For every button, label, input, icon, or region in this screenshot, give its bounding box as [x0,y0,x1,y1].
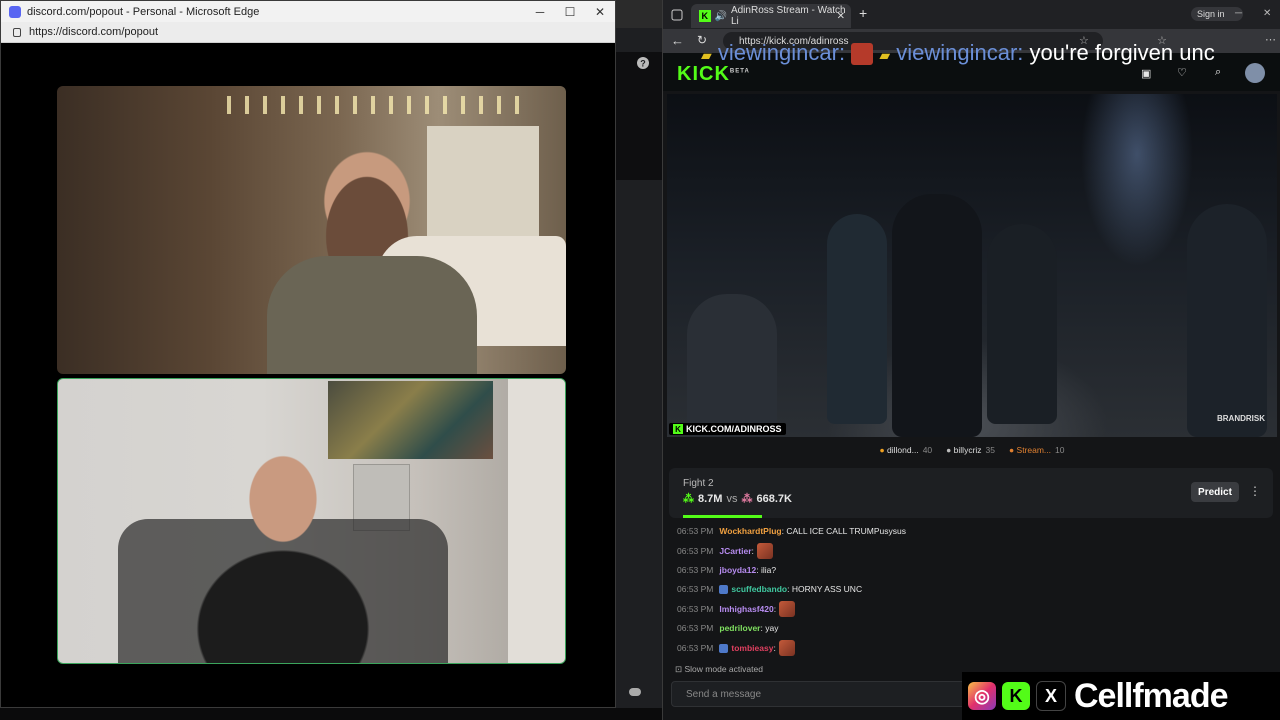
gifter-badge-icon: ● [1009,445,1015,455]
chat-input[interactable]: Send a message [671,681,971,707]
chat-message: 06:53 PM tombieasy: [677,640,795,656]
kick-watermark: K KICK.COM/ADINROSS [669,423,786,435]
gifter-item[interactable]: ● dillond... 40 [880,445,933,455]
heart-icon[interactable]: ♡ [1177,66,1187,79]
participant-body [168,419,398,663]
chat-message: 06:53 PM jboyda12: ilia? [677,565,777,575]
kick-favicon: K [699,10,711,22]
lock-icon [13,27,21,37]
prediction-title: Fight 2 [683,478,714,489]
minimize-button[interactable]: ─ [525,1,555,22]
video-tile-self-speaking[interactable] [57,378,566,664]
close-button[interactable]: ✕ [1263,8,1271,19]
option-b-icon: ⁂ [741,493,753,505]
chat-message: 06:53 PM JCartier: [677,543,773,559]
slow-mode-notice: ⊡ Slow mode activated [675,664,763,674]
participant-body [267,256,477,374]
predict-button[interactable]: Predict [1191,482,1239,502]
overlay-chat-highlight: ▰ viewingincar: ▰ viewingincar: you're f… [701,40,1215,66]
chat-message: 06:53 PM WockhardtPlug: CALL ICE CALL TRU… [677,526,906,536]
crowd-figure [1187,204,1267,437]
help-icon[interactable]: ? [636,56,650,70]
brandrisk-logo: BRANDRISK [1217,414,1265,423]
new-tab-button[interactable]: + [859,5,867,21]
kick-icon: K [1002,682,1030,710]
chat-badge-icon [719,584,729,594]
video-tile-remote[interactable] [57,86,566,374]
chat-message: 06:53 PM pedrilover: yay [677,623,779,633]
speaker-icon[interactable]: 🔊 [715,11,727,22]
crowd-figure [827,214,887,424]
gifter-item[interactable]: ● billycriz 35 [946,445,995,455]
social-handle-overlay: ◎ K X Cellfmade [962,672,1280,720]
chat-message: 06:53 PM scuffedbando: HORNY ASS UNC [677,584,863,594]
prediction-values: ⁂ 8.7M vs ⁂ 668.7K [683,492,792,506]
maximize-button[interactable]: ☐ [555,1,585,22]
kick-logo[interactable]: KICKBETA [677,63,750,86]
social-handle: Cellfmade [1074,676,1228,715]
discord-address-bar[interactable]: https://discord.com/popout [1,22,615,43]
prediction-more-icon[interactable]: ⋮ [1249,484,1261,498]
overlay-username: viewingincar: [717,40,846,65]
kick-browser-window: K 🔊 AdinRoss Stream - Watch Li ✕ + Sign … [662,0,1280,720]
gold-bar-icon: ▰ [701,47,712,63]
search-icon[interactable]: ⌕ [1215,66,1221,79]
gifter-badge-icon: ● [946,445,952,455]
instagram-icon: ◎ [968,682,996,710]
top-gifters: ● dillond... 40 ● billycriz 35 ● Stream...… [663,440,1280,460]
background-window-strip: ? [616,0,662,708]
discord-titlebar: discord.com/popout - Personal - Microsof… [1,1,615,22]
chat-emote [756,543,773,559]
background-tabbar [616,0,662,28]
chat-message: 06:53 PM Imhighasf420: [677,601,796,617]
crowd-figure [687,294,777,437]
chat-emote [779,601,796,617]
prediction-panel: Fight 2 ⁂ 8.7M vs ⁂ 668.7K Predict ⋮ [669,468,1273,518]
slow-mode-icon: ⊡ [675,664,683,674]
crowd-figure [987,224,1057,424]
svg-text:?: ? [640,59,646,69]
chat-emote [778,640,795,656]
gold-bar-icon: ▰ [879,47,891,63]
gifter-item[interactable]: ● Stream... 10 [1009,445,1064,455]
tab-title: AdinRoss Stream - Watch Li [730,5,846,27]
tab-actions-icon[interactable] [671,9,683,21]
background-door [508,379,565,663]
discord-popout-window: discord.com/popout - Personal - Microsof… [0,0,616,708]
tab-close-icon[interactable]: ✕ [837,11,845,22]
discord-window-title: discord.com/popout - Personal - Microsof… [27,5,260,18]
close-button[interactable]: ✕ [585,1,615,22]
overlay-emote [851,43,874,66]
fighter-figure [892,194,982,437]
option-a-icon: ⁂ [683,493,694,505]
controller-icon[interactable] [628,686,642,698]
tab-adinross[interactable]: K 🔊 AdinRoss Stream - Watch Li ✕ [691,4,851,28]
overlay-message: you're forgiven unc [1029,40,1215,65]
more-icon[interactable]: ⋯ [1265,33,1276,46]
discord-url: https://discord.com/popout [29,26,159,38]
chat-badge-icon [719,643,729,653]
chat-list: 06:53 PM WockhardtPlug: CALL ICE CALL TRU… [663,522,1280,667]
prediction-progress [683,515,762,518]
stream-video[interactable]: K KICK.COM/ADINROSS BRANDRISK [667,94,1277,437]
browser-tabbar: K 🔊 AdinRoss Stream - Watch Li ✕ + Sign … [663,0,1280,29]
gifter-badge-icon: ● [879,445,885,455]
x-icon: X [1036,681,1066,711]
back-icon[interactable]: ← [671,33,684,48]
discord-icon [9,5,21,18]
store-icon[interactable]: ▣ [1141,67,1151,80]
overlay-username: viewingincar: [896,40,1024,65]
background-panel [616,52,662,180]
minimize-button[interactable]: ─ [1235,8,1242,19]
avatar[interactable] [1245,63,1265,83]
string-lights [227,96,527,114]
